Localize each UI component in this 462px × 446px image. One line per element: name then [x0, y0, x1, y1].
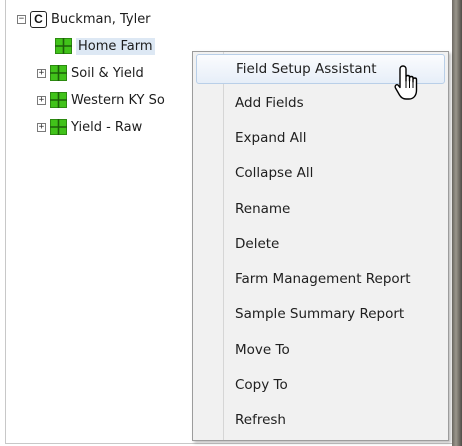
tree-item-label: Home Farm — [76, 37, 155, 55]
menu-item-expand-all[interactable]: Expand All — [196, 123, 445, 153]
tree-item-soil-yield[interactable]: + Soil & Yield — [37, 63, 144, 83]
menu-item-collapse-all[interactable]: Collapse All — [196, 158, 445, 188]
tree-item-western-ky[interactable]: + Western KY So — [37, 90, 165, 110]
expand-icon[interactable]: + — [37, 95, 46, 105]
menu-item-copy-to[interactable]: Copy To — [196, 370, 445, 400]
menu-item-farm-management-report[interactable]: Farm Management Report — [196, 264, 445, 294]
menu-item-refresh[interactable]: Refresh — [196, 405, 445, 435]
tree-item-yield-raw[interactable]: + Yield - Raw — [37, 117, 142, 137]
client-name: Buckman, Tyler — [51, 11, 151, 27]
expand-icon[interactable]: + — [37, 68, 46, 78]
field-grid-icon — [50, 119, 67, 135]
hand-pointer-icon — [394, 65, 418, 100]
tree-item-label: Western KY So — [71, 92, 165, 108]
menu-item-sample-summary-report[interactable]: Sample Summary Report — [196, 299, 445, 329]
menu-item-move-to[interactable]: Move To — [196, 335, 445, 365]
window-edge — [452, 0, 462, 446]
tree-item-label: Soil & Yield — [71, 65, 144, 81]
tree-item-label: Yield - Raw — [71, 119, 143, 135]
menu-item-rename[interactable]: Rename — [196, 194, 445, 224]
menu-item-delete[interactable]: Delete — [196, 229, 445, 259]
field-grid-icon — [50, 92, 67, 108]
tree-item-home-farm[interactable]: Home Farm — [55, 36, 155, 56]
context-menu: Field Setup Assistant Add Fields Expand … — [192, 51, 449, 441]
field-grid-icon — [50, 65, 67, 81]
field-grid-icon — [55, 38, 72, 54]
tree-root-client[interactable]: − C Buckman, Tyler — [17, 9, 151, 29]
expand-icon[interactable]: + — [37, 122, 46, 132]
collapse-icon[interactable]: − — [17, 14, 26, 24]
client-icon: C — [30, 10, 47, 28]
